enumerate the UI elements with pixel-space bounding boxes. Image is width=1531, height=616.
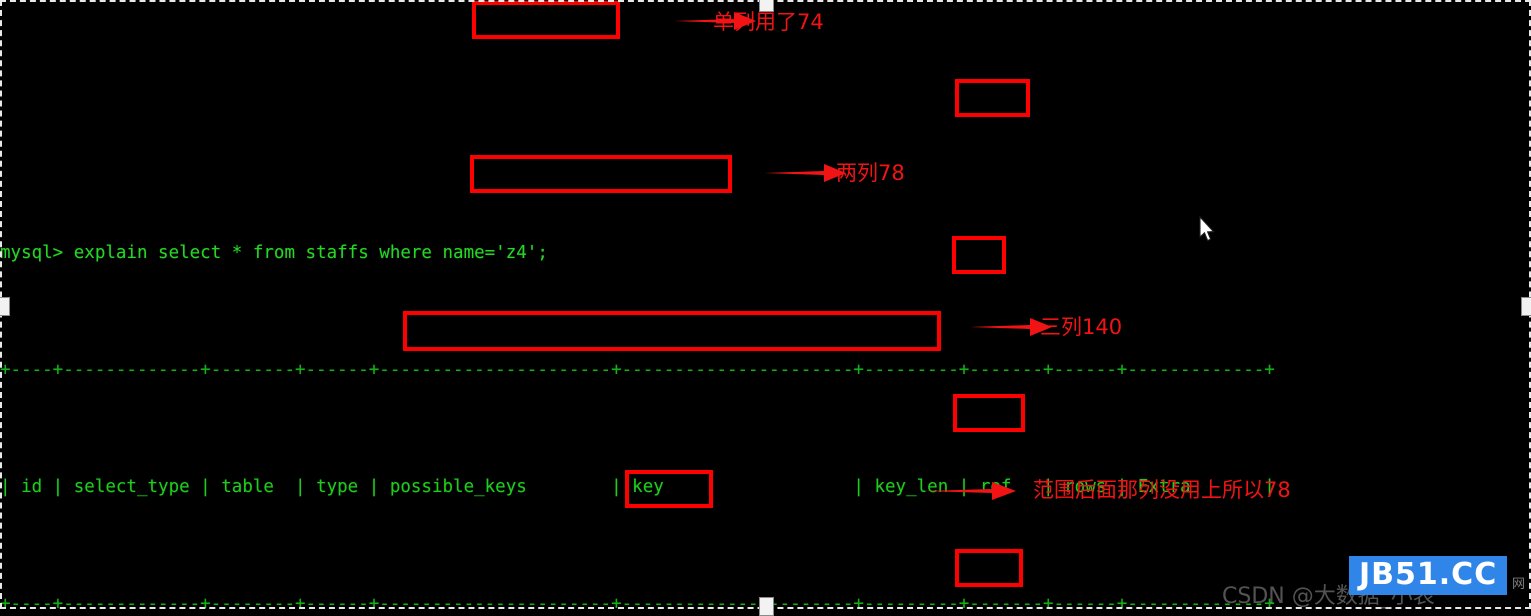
table-header-row: | id | select_type | table | type | poss…	[0, 477, 1275, 497]
annotation-note-two-columns: 两列78	[836, 161, 905, 185]
annotation-note-single-column: 单列用了74	[713, 10, 824, 34]
jb51-watermark-badge: JB51.CC	[1349, 556, 1508, 595]
command-line: mysql> explain select * from staffs wher…	[0, 243, 548, 263]
annotation-note-range-column: 范围后面那列没用上所以78	[1033, 478, 1291, 502]
terminal-window[interactable]: mysql> explain select * from staffs wher…	[0, 0, 1531, 609]
annotation-note-three-columns: 三列140	[1040, 315, 1123, 339]
annotation-arrow	[924, 482, 1016, 500]
table-rule-top: +----+-------------+--------+------+----…	[0, 360, 1275, 380]
terminal-block: mysql> explain select * from staffs wher…	[0, 156, 1531, 609]
jb51-watermark-suffix: 网	[1512, 577, 1526, 592]
